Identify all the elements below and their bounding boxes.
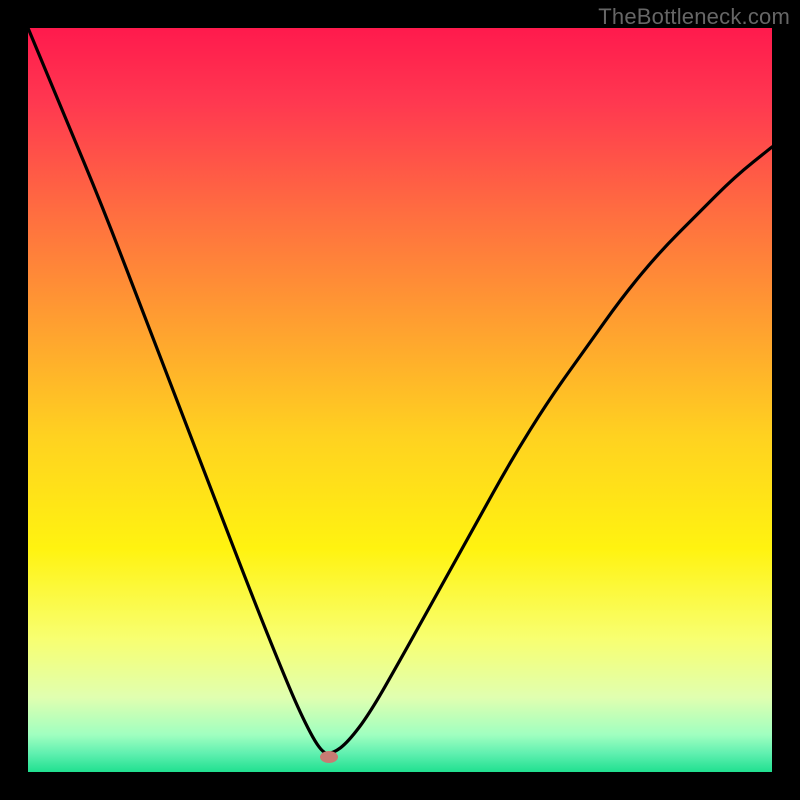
bottleneck-curve [28, 28, 772, 772]
optimal-point-marker [320, 751, 338, 763]
watermark-text: TheBottleneck.com [598, 4, 790, 30]
chart-frame: TheBottleneck.com [0, 0, 800, 800]
plot-area [28, 28, 772, 772]
